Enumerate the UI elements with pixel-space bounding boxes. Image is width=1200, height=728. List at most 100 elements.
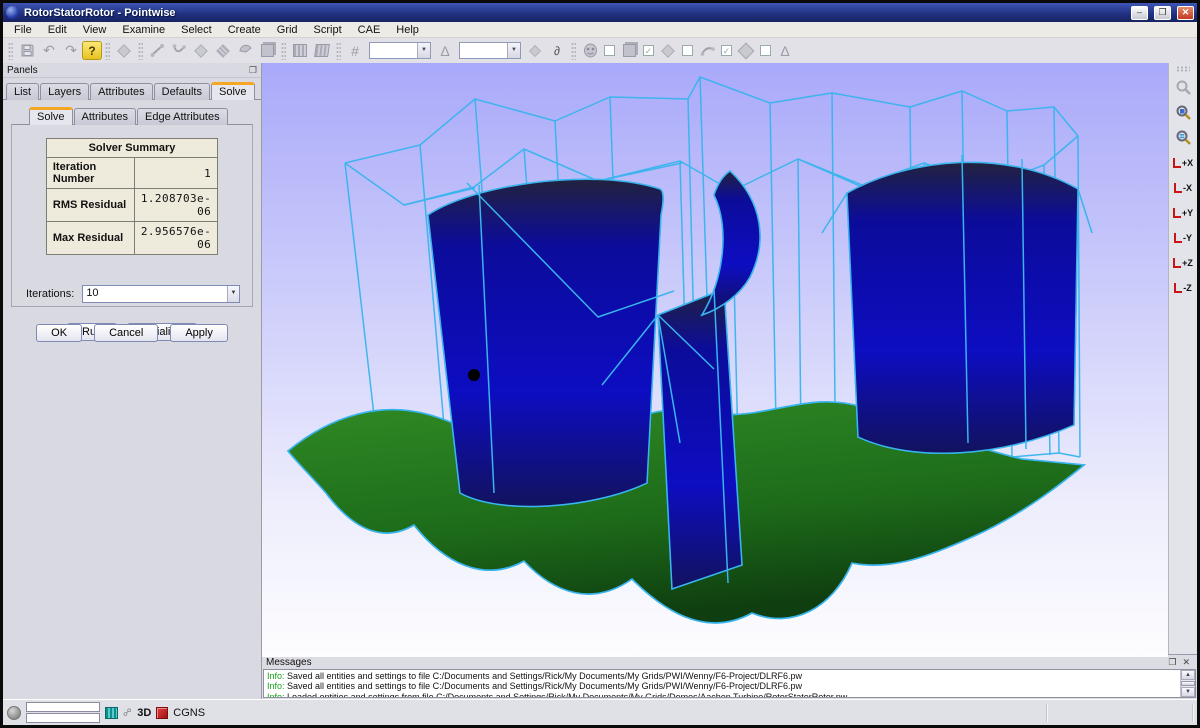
view-plus-z-button[interactable]: +Z <box>1171 251 1196 274</box>
structured-grid-icon[interactable] <box>289 40 311 61</box>
undo-icon[interactable]: ↶ <box>38 40 60 61</box>
toolbar-grip[interactable] <box>1176 66 1190 72</box>
log-line: Info: Saved all entities and settings to… <box>267 671 1180 681</box>
title-bar[interactable]: RotorStatorRotor - Pointwise – ❐ ✕ <box>3 3 1197 22</box>
chevron-down-icon[interactable]: ▼ <box>417 43 430 58</box>
ok-button[interactable]: OK <box>36 324 82 342</box>
tab-list[interactable]: List <box>6 83 39 100</box>
derivative-icon[interactable]: ∂ <box>546 40 568 61</box>
help-icon[interactable]: ? <box>82 41 102 60</box>
mask-checkbox[interactable] <box>604 45 615 56</box>
status-field-1[interactable] <box>26 702 100 712</box>
menu-edit[interactable]: Edit <box>40 23 75 37</box>
zoom-icon[interactable] <box>1171 76 1196 99</box>
panels-header[interactable]: Panels ❐ <box>3 63 261 78</box>
restore-button[interactable]: ❐ <box>1154 6 1171 20</box>
toolbar-grip[interactable] <box>138 42 143 60</box>
spacing-icon[interactable]: Δ <box>434 40 456 61</box>
iterations-combo[interactable]: 10 ▼ <box>82 285 240 303</box>
spinner-icon[interactable]: ▼ <box>227 286 239 302</box>
scroll-down-icon[interactable]: ▼ <box>1181 687 1195 697</box>
menu-cae[interactable]: CAE <box>350 23 389 37</box>
dimension-combo[interactable]: ▼ <box>369 42 431 59</box>
tab-solve[interactable]: Solve <box>211 82 255 100</box>
menu-view[interactable]: View <box>75 23 115 37</box>
menu-file[interactable]: File <box>6 23 40 37</box>
solve-subtabs: Solve Attributes Edge Attributes <box>3 100 261 124</box>
apply-button[interactable]: Apply <box>170 324 228 342</box>
spacings-visible-icon[interactable]: Δ <box>774 40 796 61</box>
toolbar-grip[interactable] <box>105 42 110 60</box>
trim-icon[interactable] <box>234 40 256 61</box>
view-plus-x-button[interactable]: +X <box>1171 151 1196 174</box>
view-minus-x-button[interactable]: -X <box>1171 176 1196 199</box>
spacing-combo[interactable]: ▼ <box>459 42 521 59</box>
menu-bar: File Edit View Examine Select Create Gri… <box>3 22 1197 38</box>
view-minus-z-button[interactable]: -Z <box>1171 276 1196 299</box>
assemble-block-icon[interactable] <box>256 40 278 61</box>
dimension-icon[interactable]: # <box>344 40 366 61</box>
panels-title: Panels <box>7 65 38 76</box>
redo-icon[interactable]: ↷ <box>60 40 82 61</box>
toolbar-grip[interactable] <box>8 42 13 60</box>
axis-icon <box>1173 158 1181 168</box>
menu-examine[interactable]: Examine <box>114 23 173 37</box>
database-checkbox[interactable] <box>760 45 771 56</box>
iterations-value[interactable]: 10 <box>83 286 227 302</box>
zoom-actual-size-icon[interactable] <box>1171 126 1196 149</box>
toolbar-grip[interactable] <box>281 42 286 60</box>
messages-header[interactable]: Messages ❐ ✕ <box>262 655 1197 669</box>
close-button[interactable]: ✕ <box>1177 6 1194 20</box>
zoom-extents-icon[interactable] <box>1171 101 1196 124</box>
dimension-value[interactable] <box>370 43 417 58</box>
subtab-solve[interactable]: Solve <box>29 107 73 125</box>
database-visible-icon[interactable] <box>735 40 757 61</box>
scroll-up-icon[interactable]: ▲ <box>1181 670 1195 680</box>
mask-icon[interactable] <box>579 40 601 61</box>
save-icon[interactable] <box>16 40 38 61</box>
status-field-2[interactable] <box>26 713 100 723</box>
blocks-visible-icon[interactable] <box>618 40 640 61</box>
toolbar-grip[interactable] <box>571 42 576 60</box>
mesh-stack-icon[interactable] <box>113 40 135 61</box>
orient-icon[interactable] <box>524 40 546 61</box>
tab-attributes[interactable]: Attributes <box>90 83 152 100</box>
menu-script[interactable]: Script <box>306 23 350 37</box>
connectors-visible-icon[interactable] <box>696 40 718 61</box>
menu-create[interactable]: Create <box>220 23 269 37</box>
subtab-edge-attributes[interactable]: Edge Attributes <box>137 108 228 125</box>
messages-log: Info: Saved all entities and settings to… <box>264 670 1180 697</box>
scroll-thumb[interactable] <box>1181 681 1195 686</box>
tab-defaults[interactable]: Defaults <box>154 83 210 100</box>
menu-help[interactable]: Help <box>388 23 427 37</box>
close-panel-icon[interactable]: ✕ <box>1179 657 1193 668</box>
view-minus-y-button[interactable]: -Y <box>1171 226 1196 249</box>
spacing-value[interactable] <box>460 43 507 58</box>
chevron-down-icon[interactable]: ▼ <box>507 43 520 58</box>
assemble-domain-icon[interactable] <box>212 40 234 61</box>
float-panel-icon[interactable]: ❐ <box>1165 657 1179 668</box>
view-plus-y-button[interactable]: +Y <box>1171 201 1196 224</box>
cancel-button[interactable]: Cancel <box>94 324 158 342</box>
app-icon <box>6 6 19 19</box>
tab-layers[interactable]: Layers <box>40 83 89 100</box>
blocks-checkbox[interactable]: ✓ <box>643 45 654 56</box>
panels-tabs: List Layers Attributes Defaults Solve <box>3 78 261 99</box>
selected-grid-point[interactable] <box>468 369 480 381</box>
draw-connector-icon[interactable] <box>168 40 190 61</box>
minimize-button[interactable]: – <box>1131 6 1148 20</box>
connectors-checkbox[interactable]: ✓ <box>721 45 732 56</box>
hybrid-grid-icon[interactable] <box>311 40 333 61</box>
domain-icon[interactable] <box>190 40 212 61</box>
application-window: RotorStatorRotor - Pointwise – ❐ ✕ File … <box>0 0 1200 728</box>
float-panel-icon[interactable]: ❐ <box>249 65 257 76</box>
two-point-connector-icon[interactable] <box>146 40 168 61</box>
subtab-attributes[interactable]: Attributes <box>74 108 136 125</box>
toolbar-grip[interactable] <box>336 42 341 60</box>
messages-scrollbar[interactable]: ▲ ▼ <box>1180 670 1195 697</box>
menu-select[interactable]: Select <box>173 23 220 37</box>
viewport-3d[interactable] <box>262 63 1168 657</box>
domains-checkbox[interactable] <box>682 45 693 56</box>
menu-grid[interactable]: Grid <box>269 23 306 37</box>
domains-visible-icon[interactable] <box>657 40 679 61</box>
